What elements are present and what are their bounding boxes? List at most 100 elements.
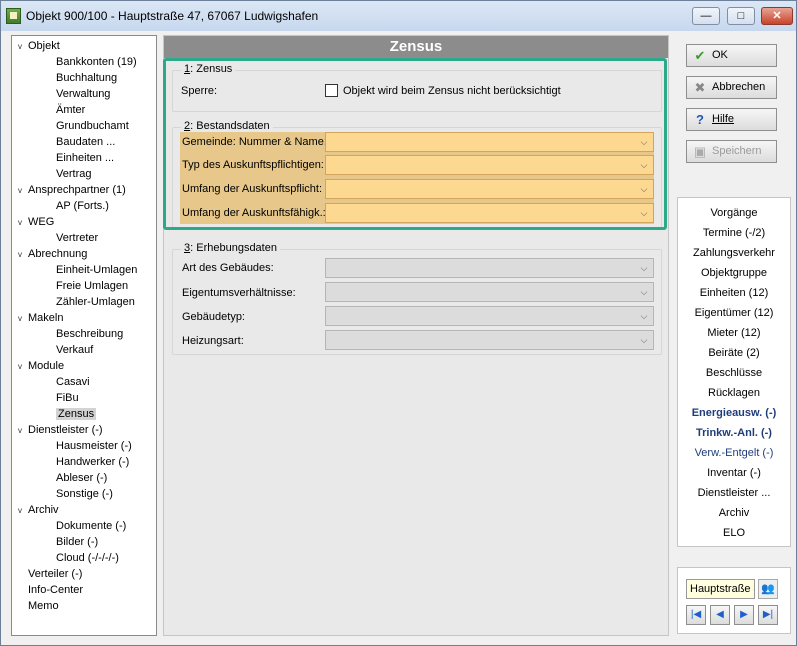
tree-item[interactable]: Casavi bbox=[56, 374, 90, 390]
group-zensus: 1: Zensus Sperre: Objekt wird beim Zensu… bbox=[172, 63, 662, 112]
tree-item[interactable]: v Module bbox=[18, 358, 64, 374]
previous-record-button[interactable]: ◀ bbox=[710, 605, 730, 625]
tree-item[interactable]: Verkauf bbox=[56, 342, 93, 358]
chevron-down-icon[interactable]: v bbox=[18, 503, 28, 519]
address-field[interactable]: Hauptstraße 47 bbox=[686, 579, 755, 599]
eigentumsverhaeltnisse-label: Eigentumsverhältnisse: bbox=[182, 287, 296, 299]
tree-item[interactable]: Ableser (-) bbox=[56, 470, 107, 486]
tree-item[interactable]: Einheiten ... bbox=[56, 150, 114, 166]
tree-item[interactable]: Grundbuchamt bbox=[56, 118, 129, 134]
floppy-disk-icon: ▣ bbox=[693, 144, 707, 159]
tree-item[interactable]: Ämter bbox=[56, 102, 85, 118]
chevron-down-icon[interactable]: v bbox=[18, 247, 28, 263]
tree-item[interactable]: Memo bbox=[18, 598, 59, 614]
tree-item[interactable]: Beschreibung bbox=[56, 326, 123, 342]
group-erhebungsdaten: 3: Erhebungsdaten Art des Gebäudes: ⌵ Ei… bbox=[172, 242, 662, 355]
nav-item[interactable]: Archiv bbox=[678, 507, 790, 519]
tree-item[interactable]: Verteiler (-) bbox=[18, 566, 82, 582]
next-record-button[interactable]: ▶ bbox=[734, 605, 754, 625]
tree-item[interactable]: Sonstige (-) bbox=[56, 486, 113, 502]
tree-item[interactable]: Handwerker (-) bbox=[56, 454, 129, 470]
eigentumsverhaeltnisse-select[interactable]: ⌵ bbox=[325, 282, 654, 302]
gebaeudetyp-select[interactable]: ⌵ bbox=[325, 306, 654, 326]
chevron-down-icon[interactable]: v bbox=[18, 215, 28, 231]
chevron-down-icon[interactable]: v bbox=[18, 39, 28, 55]
tree-item-label: Dokumente (-) bbox=[56, 520, 127, 532]
nav-item[interactable]: Eigentümer (12) bbox=[678, 307, 790, 319]
tree-item[interactable]: Bilder (-) bbox=[56, 534, 98, 550]
heizungsart-select[interactable]: ⌵ bbox=[325, 330, 654, 350]
gemeinde-select[interactable]: ⌵ bbox=[325, 132, 654, 152]
tree-item-label: Grundbuchamt bbox=[56, 120, 129, 132]
ok-button[interactable]: ✔ OK bbox=[686, 44, 777, 67]
tree-item[interactable]: v Abrechnung bbox=[18, 246, 87, 262]
tree-item[interactable]: v Makeln bbox=[18, 310, 63, 326]
first-record-button[interactable]: |◀ bbox=[686, 605, 706, 625]
tree-item[interactable]: FiBu bbox=[56, 390, 79, 406]
nav-item[interactable]: Vorgänge bbox=[678, 207, 790, 219]
umfang-auskunftspflicht-select[interactable]: ⌵ bbox=[325, 179, 654, 199]
tree-item-label: Verkauf bbox=[56, 344, 94, 356]
tree-item[interactable]: Vertreter bbox=[56, 230, 98, 246]
nav-item[interactable]: Trinkw.-Anl. (-) bbox=[678, 427, 790, 439]
nav-item[interactable]: Mieter (12) bbox=[678, 327, 790, 339]
tree-item[interactable]: Zensus bbox=[56, 406, 97, 422]
chevron-down-icon[interactable]: v bbox=[18, 423, 28, 439]
tree-item-label: FiBu bbox=[56, 392, 79, 404]
tree-item[interactable]: Info-Center bbox=[18, 582, 83, 598]
tree-item[interactable]: Baudaten ... bbox=[56, 134, 115, 150]
nav-item[interactable]: Zahlungsverkehr bbox=[678, 247, 790, 259]
tree-item[interactable]: Buchhaltung bbox=[56, 70, 117, 86]
nav-item[interactable]: Energieausw. (-) bbox=[678, 407, 790, 419]
nav-item[interactable]: Inventar (-) bbox=[678, 467, 790, 479]
tree-item[interactable]: v Objekt bbox=[18, 38, 60, 54]
tree-item[interactable]: v WEG bbox=[18, 214, 54, 230]
people-icon[interactable]: 👥 bbox=[758, 579, 778, 599]
cancel-button[interactable]: ✖ Abbrechen bbox=[686, 76, 777, 99]
tree-item[interactable]: Verwaltung bbox=[56, 86, 110, 102]
tree-item[interactable]: Einheit-Umlagen bbox=[56, 262, 137, 278]
nav-item[interactable]: Einheiten (12) bbox=[678, 287, 790, 299]
tree-item[interactable]: Bankkonten (19) bbox=[56, 54, 137, 70]
tree-item[interactable]: v Dienstleister (-) bbox=[18, 422, 103, 438]
tree-item[interactable]: AP (Forts.) bbox=[56, 198, 109, 214]
related-navigation: Vorgänge Termine (-/2) Zahlungsverkehr Obje… bbox=[677, 197, 791, 547]
nav-item[interactable]: Termine (-/2) bbox=[678, 227, 790, 239]
save-button[interactable]: ▣ Speichern bbox=[686, 140, 777, 163]
navigation-tree: v Objekt Bankkonten (19) Buchhaltung Verwalt… bbox=[11, 35, 157, 636]
tree-item[interactable]: Cloud (-/-/-/-) bbox=[56, 550, 119, 566]
tree-item-label: Casavi bbox=[56, 376, 90, 388]
nav-item[interactable]: Beschlüsse bbox=[678, 367, 790, 379]
tree-item-label: Abrechnung bbox=[28, 248, 88, 260]
nav-item[interactable]: Dienstleister ... bbox=[678, 487, 790, 499]
tree-item-label: Handwerker (-) bbox=[56, 456, 130, 468]
chevron-down-icon[interactable]: v bbox=[18, 311, 28, 327]
art-gebaeude-select[interactable]: ⌵ bbox=[325, 258, 654, 278]
tree-item[interactable]: Vertrag bbox=[56, 166, 91, 182]
window-title: Objekt 900/100 - Hauptstraße 47, 67067 L… bbox=[26, 9, 319, 23]
umfang-auskunftsfaehigkeit-select[interactable]: ⌵ bbox=[325, 203, 654, 223]
nav-item[interactable]: Objektgruppe bbox=[678, 267, 790, 279]
nav-item[interactable]: Beiräte (2) bbox=[678, 347, 790, 359]
nav-item[interactable]: Verw.-Entgelt (-) bbox=[678, 447, 790, 459]
close-button[interactable]: ✕ bbox=[761, 7, 793, 25]
chevron-down-icon[interactable]: v bbox=[18, 183, 28, 199]
minimize-button[interactable]: — bbox=[692, 7, 720, 25]
tree-item[interactable]: Zähler-Umlagen bbox=[56, 294, 135, 310]
zensus-exclude-checkbox[interactable] bbox=[325, 84, 338, 97]
typ-auskunftspflichtigen-select[interactable]: ⌵ bbox=[325, 155, 654, 175]
chevron-down-icon: ⌵ bbox=[640, 287, 648, 297]
tree-item[interactable]: v Archiv bbox=[18, 502, 59, 518]
help-button[interactable]: ? Hilfe bbox=[686, 108, 777, 131]
nav-item[interactable]: ELO bbox=[678, 527, 790, 539]
chevron-down-icon[interactable]: v bbox=[18, 359, 28, 375]
tree-item[interactable]: Freie Umlagen bbox=[56, 278, 128, 294]
tree-item-label: Vertrag bbox=[56, 168, 92, 180]
maximize-button[interactable]: □ bbox=[727, 7, 755, 25]
tree-item[interactable]: v Ansprechpartner (1) bbox=[18, 182, 126, 198]
tree-item[interactable]: Hausmeister (-) bbox=[56, 438, 132, 454]
nav-item[interactable]: Rücklagen bbox=[678, 387, 790, 399]
tree-item-label: Buchhaltung bbox=[56, 72, 118, 84]
tree-item[interactable]: Dokumente (-) bbox=[56, 518, 126, 534]
last-record-button[interactable]: ▶| bbox=[758, 605, 778, 625]
